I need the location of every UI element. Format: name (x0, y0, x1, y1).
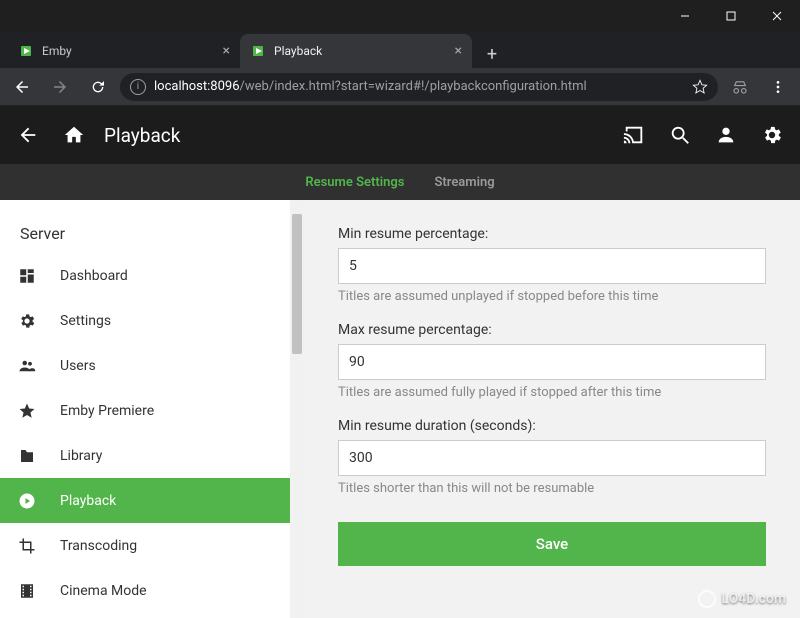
emby-favicon-icon (250, 43, 266, 59)
close-icon[interactable]: × (223, 43, 230, 59)
main-content: Min resume percentage: Titles are assume… (304, 200, 800, 618)
url-text: localhost:8096/web/index.html?start=wiza… (154, 79, 684, 94)
field-label: Max resume percentage: (338, 322, 766, 338)
settings-tabs: Resume Settings Streaming (0, 164, 800, 200)
tab-streaming[interactable]: Streaming (434, 175, 494, 190)
window-titlebar (0, 0, 800, 32)
globe-icon (698, 590, 716, 608)
gear-icon[interactable] (756, 119, 788, 151)
tab-label: Emby (42, 44, 215, 58)
scrollbar[interactable] (290, 200, 304, 618)
save-button[interactable]: Save (338, 522, 766, 566)
menu-button[interactable] (762, 71, 794, 103)
sidebar-item-label: Transcoding (60, 538, 137, 554)
sidebar-item-label: Playback (60, 493, 116, 509)
sidebar-item-transcoding[interactable]: Transcoding (0, 523, 290, 568)
film-icon (16, 582, 38, 600)
sidebar-item-label: Dashboard (60, 268, 128, 284)
min-resume-duration-input[interactable] (338, 440, 766, 476)
browser-toolbar: i localhost:8096/web/index.html?start=wi… (0, 68, 800, 106)
browser-tabstrip: Emby × Playback × + (0, 32, 800, 68)
sidebar: Server Dashboard Settings Users Emby Pre… (0, 200, 290, 618)
sidebar-item-cinema[interactable]: Cinema Mode (0, 568, 290, 613)
field-label: Min resume percentage: (338, 226, 766, 242)
forward-button[interactable] (44, 71, 76, 103)
tab-label: Playback (274, 44, 447, 58)
dashboard-icon (16, 267, 38, 285)
home-icon[interactable] (58, 119, 90, 151)
sidebar-item-label: Emby Premiere (60, 403, 154, 419)
window-close[interactable] (754, 0, 800, 32)
window-maximize[interactable] (708, 0, 754, 32)
app-header: Playback (0, 106, 800, 164)
max-resume-percentage-input[interactable] (338, 344, 766, 380)
field-help: Titles are assumed unplayed if stopped b… (338, 289, 766, 304)
tab-resume-settings[interactable]: Resume Settings (305, 175, 404, 190)
page-title: Playback (104, 124, 180, 147)
sidebar-item-dashboard[interactable]: Dashboard (0, 253, 290, 298)
gear-icon (16, 312, 38, 330)
sidebar-item-library[interactable]: Library (0, 433, 290, 478)
emby-favicon-icon (18, 43, 34, 59)
sidebar-section-title: Server (0, 218, 290, 253)
sidebar-item-label: Users (60, 358, 96, 374)
tab-emby[interactable]: Emby × (8, 34, 240, 68)
sidebar-item-users[interactable]: Users (0, 343, 290, 388)
cast-icon[interactable] (618, 119, 650, 151)
field-help: Titles are assumed fully played if stopp… (338, 385, 766, 400)
window-minimize[interactable] (662, 0, 708, 32)
new-tab-button[interactable]: + (478, 40, 506, 68)
extension-icon[interactable] (724, 71, 756, 103)
site-info-icon[interactable]: i (130, 79, 146, 95)
search-icon[interactable] (664, 119, 696, 151)
user-icon[interactable] (710, 119, 742, 151)
watermark: LO4D.com (698, 590, 787, 608)
tab-playback[interactable]: Playback × (240, 34, 472, 68)
min-resume-percentage-input[interactable] (338, 248, 766, 284)
sidebar-item-label: Settings (60, 313, 111, 329)
scrollbar-thumb[interactable] (292, 214, 302, 354)
address-bar[interactable]: i localhost:8096/web/index.html?start=wi… (120, 73, 718, 101)
sidebar-item-label: Cinema Mode (60, 583, 147, 599)
field-label: Min resume duration (seconds): (338, 418, 766, 434)
sidebar-item-playback[interactable]: Playback (0, 478, 290, 523)
close-icon[interactable]: × (455, 43, 462, 59)
reload-button[interactable] (82, 71, 114, 103)
crop-icon (16, 537, 38, 555)
field-help: Titles shorter than this will not be res… (338, 481, 766, 496)
sidebar-item-premiere[interactable]: Emby Premiere (0, 388, 290, 433)
back-icon[interactable] (12, 119, 44, 151)
play-icon (16, 492, 38, 510)
folder-icon (16, 447, 38, 465)
star-icon[interactable] (692, 79, 708, 95)
sidebar-item-label: Library (60, 448, 102, 464)
users-icon (16, 357, 38, 375)
star-icon (16, 402, 38, 420)
back-button[interactable] (6, 71, 38, 103)
sidebar-item-settings[interactable]: Settings (0, 298, 290, 343)
